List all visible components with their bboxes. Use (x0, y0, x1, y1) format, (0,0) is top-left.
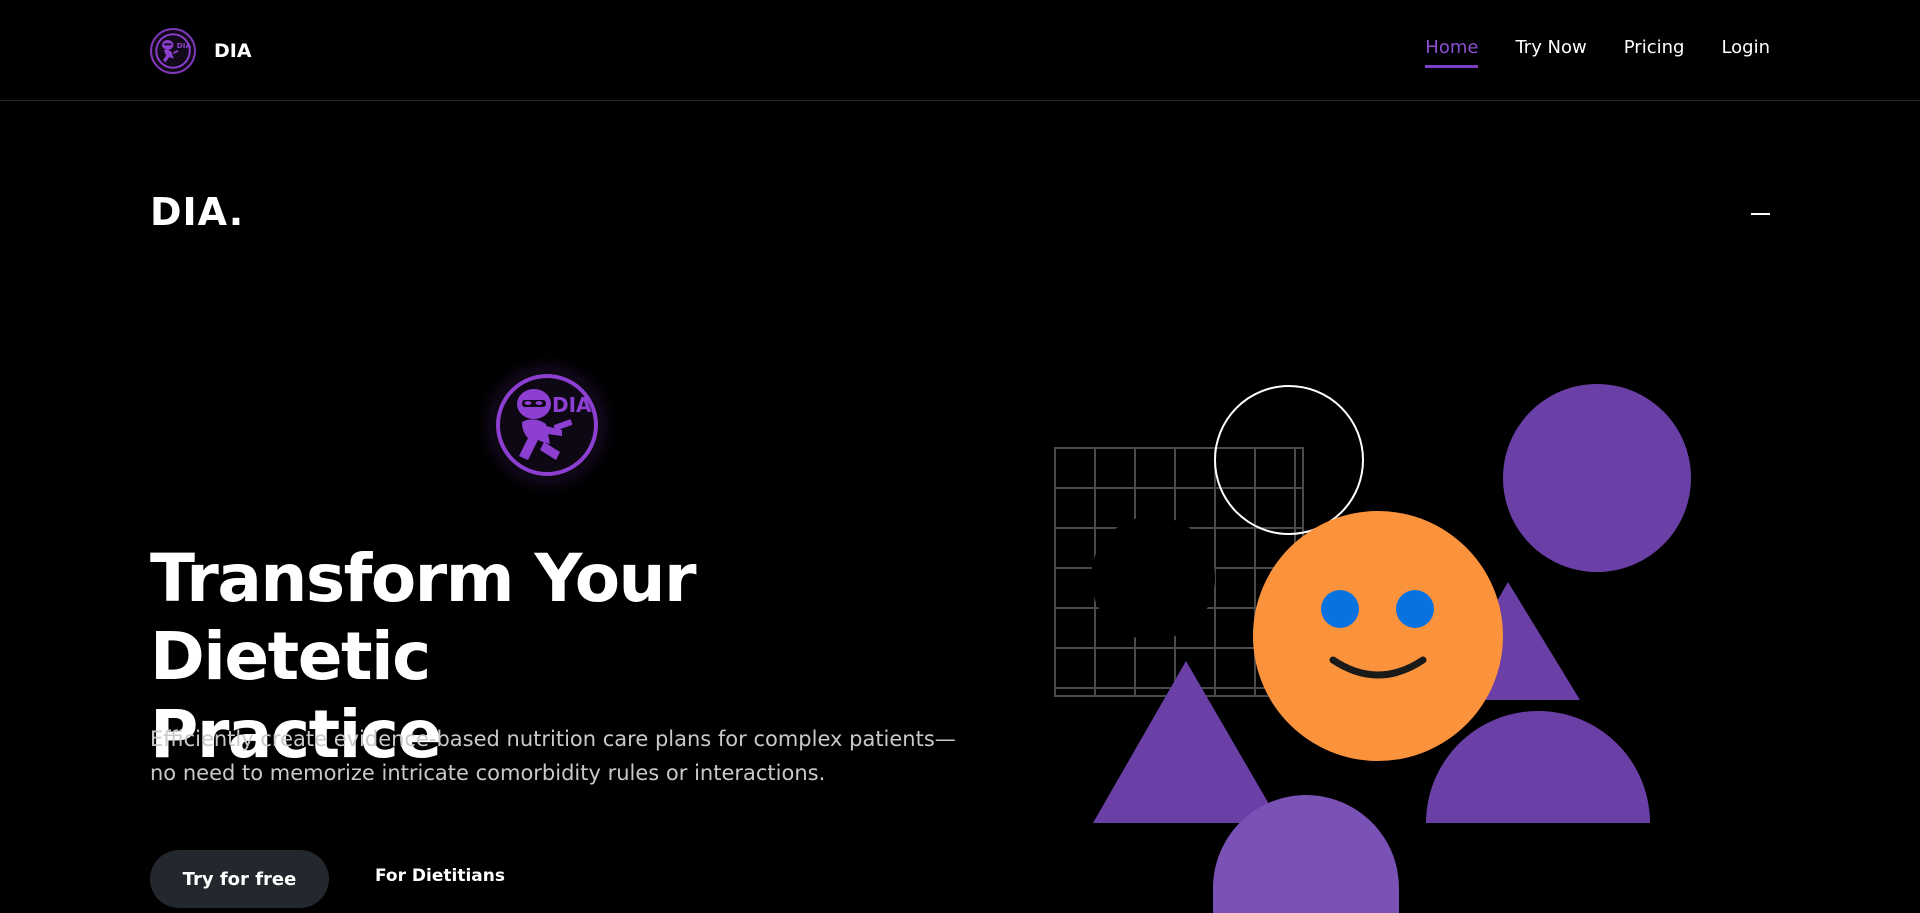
grid-blob-shape (1091, 516, 1215, 640)
svg-text:DIA: DIA (552, 393, 592, 417)
top-navigation-bar: DIA DIA Home Try Now Pricing Login (0, 0, 1920, 101)
hero-description: Efficiently create evidence-based nutrit… (150, 727, 956, 785)
outline-circle-shape (1214, 385, 1364, 535)
nav-try-now[interactable]: Try Now (1515, 37, 1586, 65)
smiley-face-shape (1253, 511, 1503, 761)
nav-home[interactable]: Home (1425, 37, 1479, 68)
hero-heading-line-1: Transform Your Dietetic (150, 540, 697, 695)
nav-pricing[interactable]: Pricing (1624, 37, 1685, 65)
minus-icon[interactable] (1751, 206, 1770, 234)
brand-name: DIA (214, 40, 252, 62)
section-brand-title: DIA. (150, 190, 245, 234)
main-nav: Home Try Now Pricing Login (1425, 37, 1770, 68)
purple-circle-shape (1503, 384, 1691, 572)
brand-logo-icon: DIA (150, 28, 196, 74)
hero-illustration (1054, 384, 1691, 913)
ninja-logo-icon: DIA (496, 374, 598, 476)
svg-text:DIA: DIA (177, 41, 192, 50)
hero-ninja-logo: DIA (492, 370, 602, 480)
left-eye-shape (1321, 590, 1359, 628)
for-dietitians-link[interactable]: For Dietitians (375, 866, 505, 886)
right-eye-shape (1396, 590, 1434, 628)
purple-triangle-left-shape (1093, 661, 1280, 823)
try-for-free-button[interactable]: Try for free (150, 850, 329, 908)
nav-login[interactable]: Login (1721, 37, 1770, 65)
brand-home-link[interactable]: DIA DIA (150, 28, 252, 74)
